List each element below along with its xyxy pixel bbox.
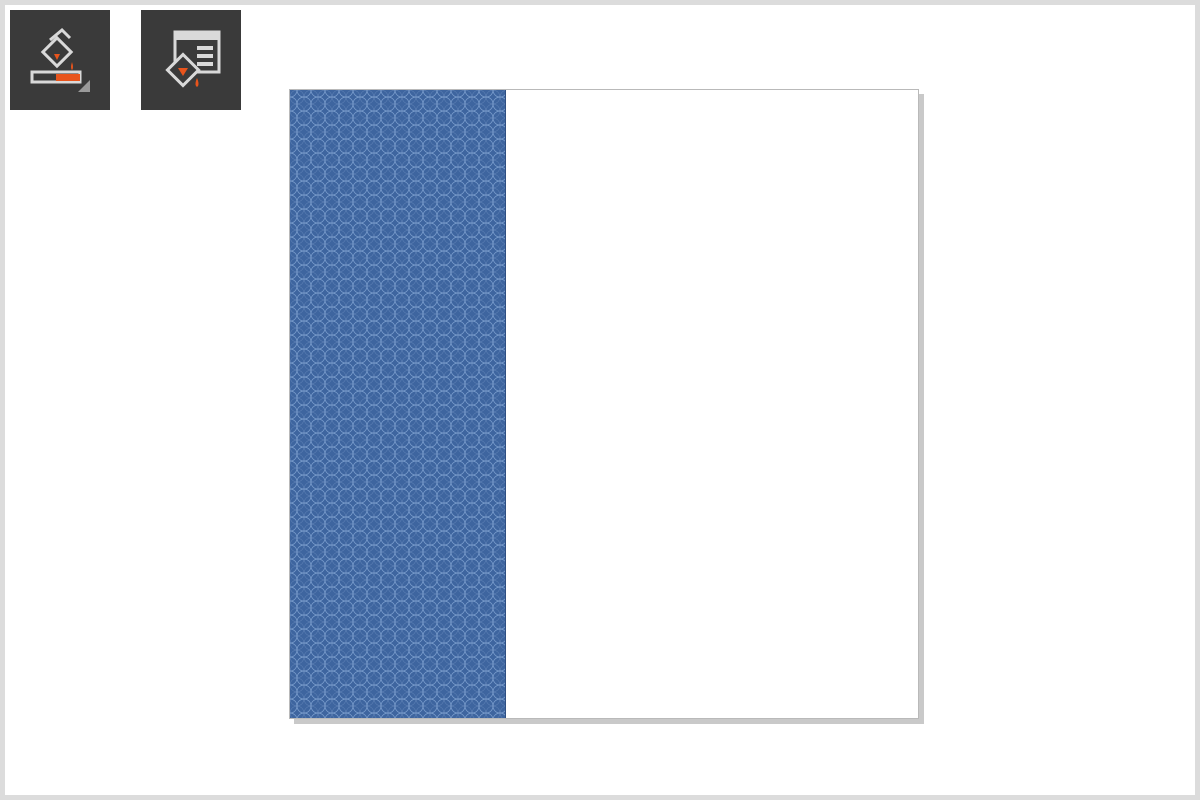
interactive-fill-tool-button[interactable] <box>10 10 110 110</box>
canvas-frame <box>0 0 1200 800</box>
interactive-fill-tool-icon <box>30 27 90 92</box>
pattern-fill <box>290 90 505 718</box>
fill-properties-button[interactable] <box>141 10 241 110</box>
fill-properties-icon <box>165 30 221 88</box>
pattern-filled-rectangle[interactable] <box>290 90 506 718</box>
document-page[interactable] <box>289 89 919 719</box>
